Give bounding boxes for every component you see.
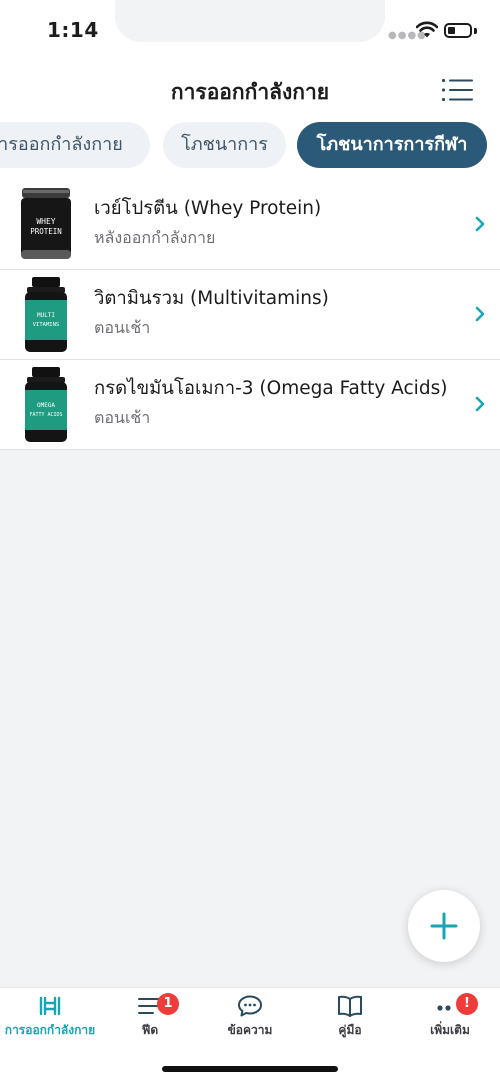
multivitamin-bottle-image: MULTI VITAMINS xyxy=(25,277,67,352)
tab-exercise[interactable]: การออกกำลังกาย xyxy=(0,122,150,168)
battery-tip xyxy=(474,28,477,34)
list-item-omega-3[interactable]: OMEGA FATTY ACIDS กรดไขมันโอเมกา-3 (Omeg… xyxy=(0,360,500,450)
supplement-timing: ตอนเช้า xyxy=(94,318,151,337)
dumbbell-icon xyxy=(39,996,61,1016)
tabbar-label: ข้อความ xyxy=(227,1023,273,1037)
list-item-whey-protein[interactable]: WHEY PROTEIN เวย์โปรตีน (Whey Protein) ห… xyxy=(0,180,500,270)
book-icon xyxy=(338,995,362,1017)
supplement-name: วิตามินรวม (Multivitamins) xyxy=(94,288,329,309)
chevron-right-icon xyxy=(475,306,485,322)
chat-bubble-icon xyxy=(238,995,262,1017)
whey-label-line-2: PROTEIN xyxy=(30,227,62,236)
page-title: การออกกำลังกาย xyxy=(170,80,330,104)
tabbar-item-feed[interactable]: 1 ฟีด xyxy=(100,988,200,1048)
battery-icon xyxy=(444,23,472,38)
device-notch xyxy=(115,0,385,42)
whey-label-line-1: WHEY xyxy=(36,217,55,226)
supplement-name: เวย์โปรตีน (Whey Protein) xyxy=(94,198,322,219)
supplement-timing: หลังออกกำลังกาย xyxy=(94,228,216,247)
tabbar-label: การออกกำลังกาย xyxy=(4,1023,96,1037)
tabbar-item-messages[interactable]: ข้อความ xyxy=(200,988,300,1048)
whey-protein-tub-image: WHEY PROTEIN xyxy=(21,188,71,259)
omega-bottle-image: OMEGA FATTY ACIDS xyxy=(25,367,67,442)
add-button[interactable] xyxy=(408,890,480,962)
tab-sports-nutrition[interactable]: โภชนาการการกีฬา xyxy=(297,122,487,168)
category-tabs: การออกกำลังกาย โภชนาการ โภชนาการการกีฬา xyxy=(0,114,500,180)
multi-label-line-2: VITAMINS xyxy=(33,322,60,328)
feed-notification-badge: 1 xyxy=(157,993,179,1015)
wifi-icon xyxy=(416,21,438,38)
multi-label-line-1: MULTI xyxy=(37,312,55,319)
supplement-timing: ตอนเช้า xyxy=(94,408,151,427)
home-indicator xyxy=(162,1066,338,1072)
supplement-list: WHEY PROTEIN เวย์โปรตีน (Whey Protein) ห… xyxy=(0,180,500,450)
omega-label-line-2: FATTY ACIDS xyxy=(29,412,62,418)
tabbar-label: คู่มือ xyxy=(338,1023,362,1037)
tabbar-label: ฟีด xyxy=(141,1023,159,1037)
supplement-name: กรดไขมันโอเมกา-3 (Omega Fatty Acids) xyxy=(94,378,448,399)
chevron-right-icon xyxy=(475,216,485,232)
status-time: 1:14 xyxy=(47,18,99,42)
tabbar-item-more[interactable]: ! เพิ่มเติม xyxy=(400,988,500,1048)
status-bar: 1:14 ●●●● xyxy=(0,0,500,64)
list-menu-button[interactable] xyxy=(440,76,476,104)
tabbar-label: เพิ่มเติม xyxy=(430,1023,470,1037)
tabbar-item-exercise[interactable]: การออกกำลังกาย xyxy=(0,988,100,1048)
plus-icon xyxy=(430,912,458,940)
list-item-multivitamins[interactable]: MULTI VITAMINS วิตามินรวม (Multivitamins… xyxy=(0,270,500,360)
nav-header: การออกกำลังกาย xyxy=(0,64,500,114)
tabbar-item-guide[interactable]: คู่มือ xyxy=(300,988,400,1048)
omega-label-line-1: OMEGA xyxy=(37,402,55,409)
tab-nutrition[interactable]: โภชนาการ xyxy=(163,122,286,168)
more-alert-badge: ! xyxy=(456,993,478,1015)
list-menu-icon xyxy=(442,79,473,101)
chevron-right-icon xyxy=(475,396,485,412)
